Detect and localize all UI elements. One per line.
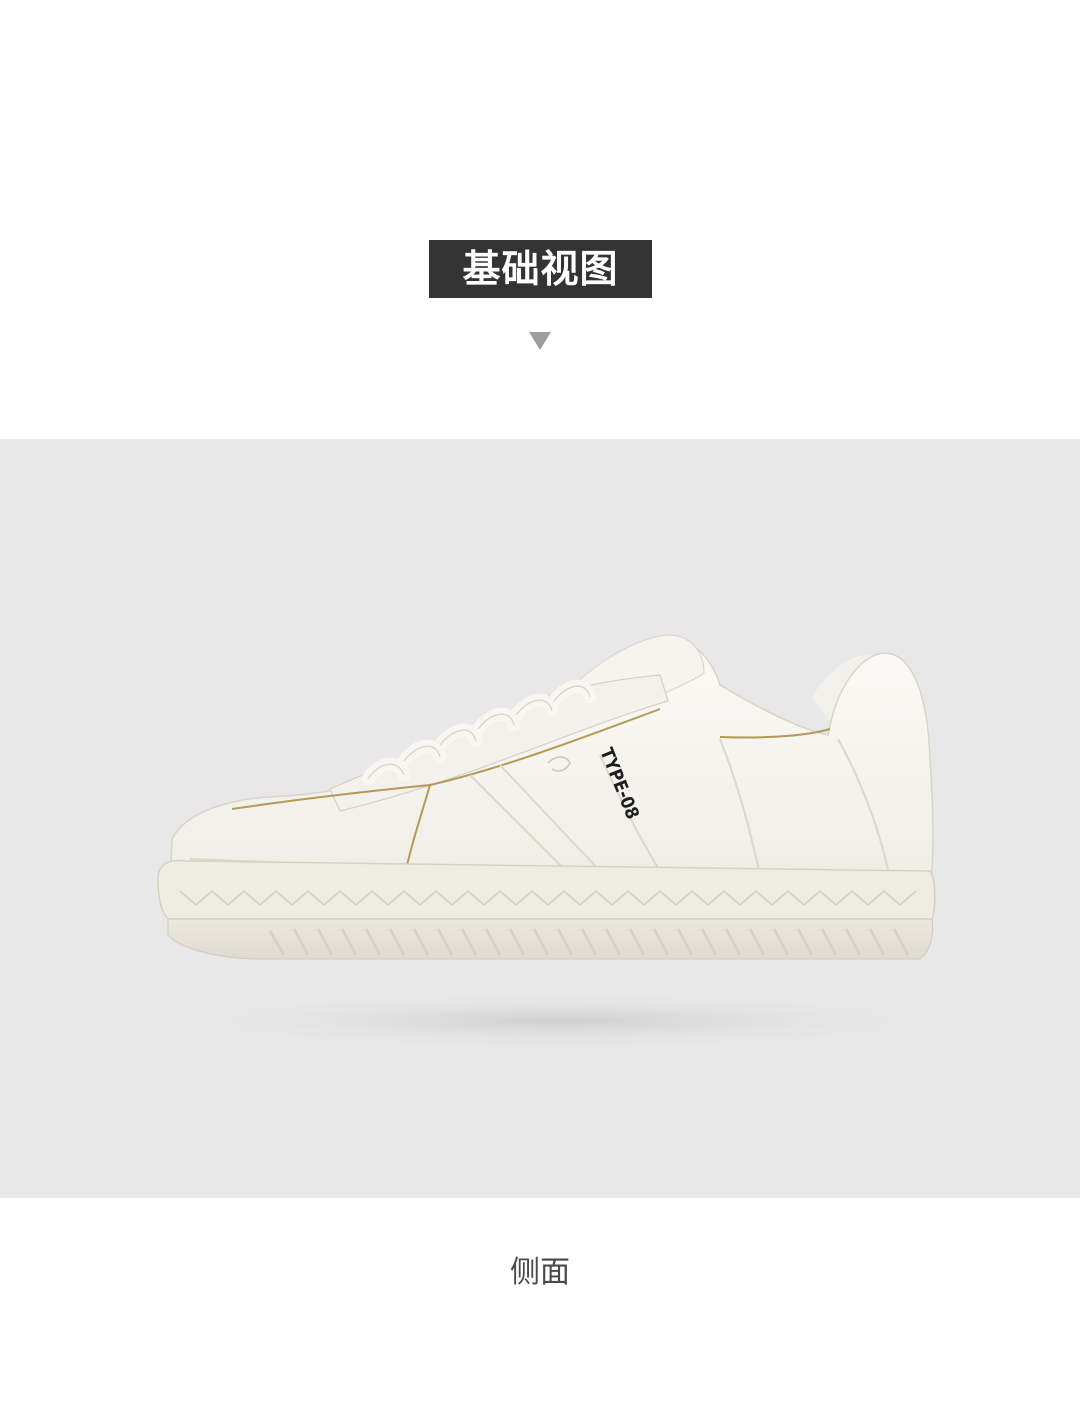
section-title: 基础视图 bbox=[462, 247, 619, 291]
caret-down-icon bbox=[529, 332, 551, 350]
product-photo-panel: TYPE-08 bbox=[0, 439, 1080, 1198]
section-title-badge: 基础视图 bbox=[429, 240, 652, 298]
sneaker-image: TYPE-08 bbox=[140, 634, 980, 1051]
page: 基础视图 TYPE-08 侧面 bbox=[0, 0, 1080, 1413]
view-caption: 侧面 bbox=[510, 1255, 570, 1290]
